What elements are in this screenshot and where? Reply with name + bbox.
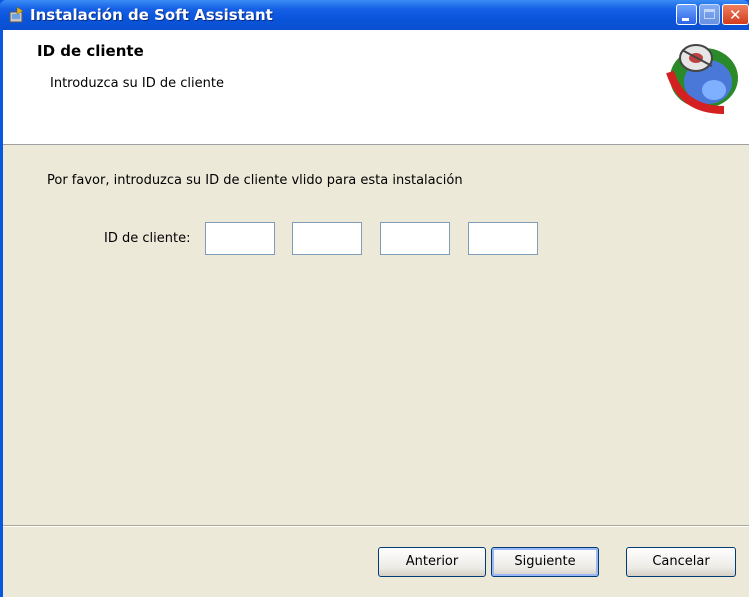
client-id-label: ID de cliente:: [104, 231, 191, 246]
back-button[interactable]: Anterior: [378, 547, 486, 577]
cancel-button[interactable]: Cancelar: [626, 547, 736, 577]
client-id-field-1[interactable]: [205, 222, 275, 255]
maximize-button: [699, 4, 720, 25]
installer-icon: [9, 6, 24, 23]
page-subtitle: Introduzca su ID de cliente: [50, 76, 224, 91]
close-button[interactable]: ✕: [722, 4, 749, 25]
minimize-button[interactable]: [676, 4, 697, 25]
soft-assistant-logo-icon: [666, 44, 738, 114]
title-bar[interactable]: Instalación de Soft Assistant ✕: [0, 0, 749, 30]
next-button[interactable]: Siguiente: [491, 547, 599, 577]
dialog-body: [3, 145, 749, 525]
footer-divider-highlight: [3, 526, 749, 527]
instruction-text: Por favor, introduzca su ID de cliente v…: [47, 173, 463, 188]
client-id-field-4[interactable]: [468, 222, 538, 255]
close-icon: ✕: [729, 6, 742, 24]
client-id-field-3[interactable]: [380, 222, 450, 255]
window-title: Instalación de Soft Assistant: [30, 6, 273, 24]
page-title: ID de cliente: [37, 42, 144, 60]
client-id-field-2[interactable]: [292, 222, 362, 255]
